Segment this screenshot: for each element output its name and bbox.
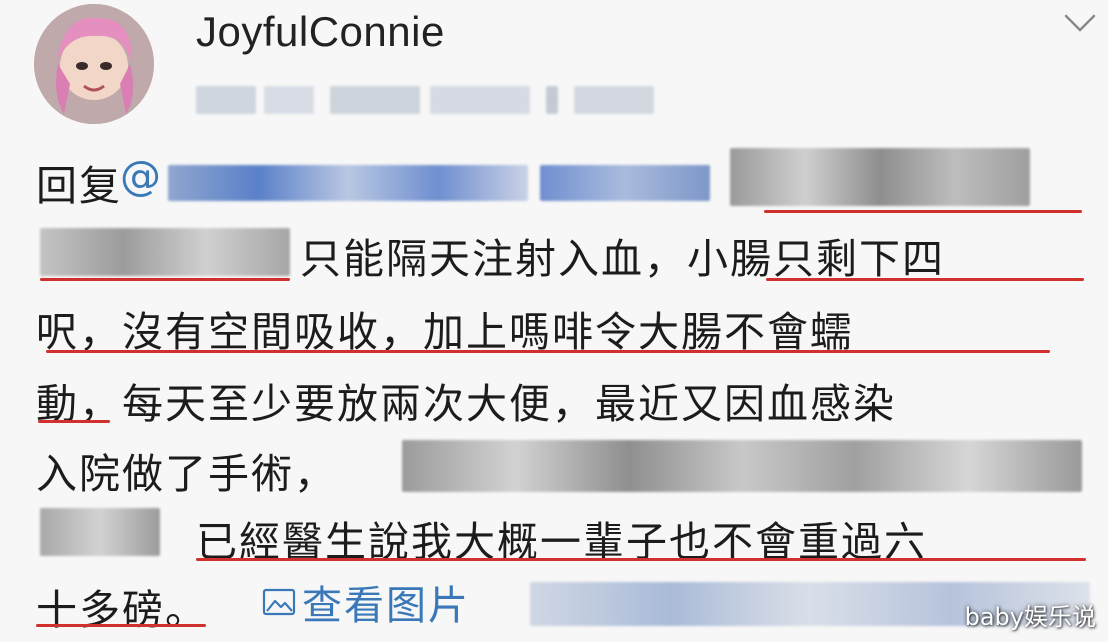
underline-6 [36,624,206,627]
post-line-6: 十多磅。 [36,586,208,634]
underline-3 [46,350,1050,353]
post-line-3: 動，每天至少要放兩次大便，最近又因血感染 [36,380,896,428]
underline-2b [766,278,1084,281]
underline-5 [196,558,1086,561]
chevron-down-icon[interactable] [1060,8,1100,38]
blurred-text [402,440,1082,492]
mention-symbol[interactable]: @ [120,152,163,200]
avatar[interactable] [34,4,154,124]
underline-2a [40,278,290,281]
image-icon [262,588,296,616]
post-line-4: 入院做了手術， [36,450,337,498]
post-line-2: 呎，沒有空間吸收，加上嗎啡令大腸不會蠕 [36,308,853,356]
blurred-text [40,508,160,556]
underline-1 [764,210,1082,213]
reply-prefix: 回复 [36,162,122,210]
underline-4 [38,420,110,423]
watermark: baby娱乐说 [964,603,1096,631]
post-line-1: 只能隔天注射入血，小腸只剩下四 [300,235,945,283]
view-images-link[interactable]: 查看图片 [262,573,470,631]
username[interactable]: JoyfulConnie [196,8,445,56]
avatar-image [34,4,154,124]
view-images-label: 查看图片 [302,583,470,629]
blurred-text [40,228,290,276]
